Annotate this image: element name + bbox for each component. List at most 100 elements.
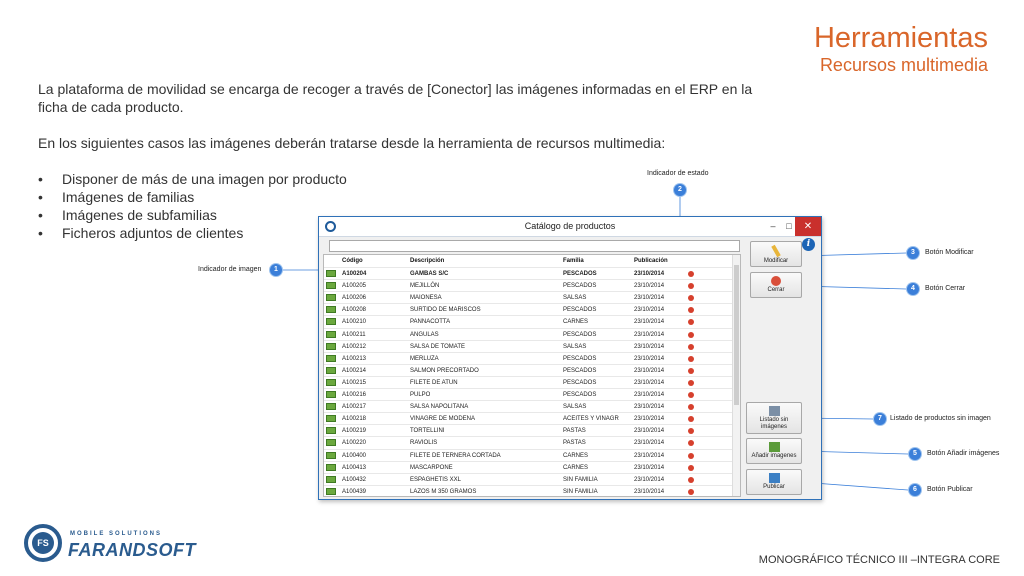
search-input[interactable]	[329, 240, 740, 252]
product-catalog-window: Catálogo de productos – □ ✕ i Código Des…	[318, 216, 822, 500]
image-indicator-icon[interactable]	[326, 306, 336, 314]
image-indicator-icon[interactable]	[326, 282, 336, 290]
table-row[interactable]: A100439 LAZOS M 350 GRAMOS SIN FAMILIA 23/1…	[324, 484, 740, 496]
table-row[interactable]: A100413 MASCARPONE CARNES 23/10/2014	[324, 460, 740, 473]
status-dot-icon	[688, 392, 694, 399]
column-header-publication[interactable]: Publicación	[634, 255, 686, 267]
table-row[interactable]: A100208 SURTIDO DE MARISCOS PESCADOS 23/10/…	[324, 303, 740, 315]
callout-badge-7: 7	[874, 413, 886, 425]
table-row[interactable]: A100205 MEJILLÓN PESCADOS 23/10/2014	[324, 279, 740, 291]
image-indicator-icon[interactable]	[326, 403, 336, 411]
table-row[interactable]: A100211 ANGULAS PESCADOS 23/10/2014	[324, 327, 740, 340]
table-row[interactable]: A100213 MERLUZA PESCADOS 23/10/2014	[324, 351, 740, 364]
slide-title-block: Herramientas Recursos multimedia	[814, 22, 988, 76]
column-header-code[interactable]: Código	[342, 255, 408, 267]
status-dot-icon	[688, 271, 694, 278]
image-indicator-icon[interactable]	[326, 451, 336, 459]
image-indicator-icon[interactable]	[326, 475, 336, 483]
image-indicator-icon[interactable]	[326, 463, 336, 471]
close-button[interactable]: Cerrar	[750, 272, 802, 298]
table-row[interactable]: A100217 SALSA NAPOLITANA SALSAS 23/10/2014	[324, 400, 740, 412]
image-indicator-icon[interactable]	[326, 378, 336, 386]
image-indicator-icon[interactable]	[326, 487, 336, 495]
status-dot-icon	[688, 440, 694, 447]
callout-label-status-indicator: Indicador de estado	[647, 170, 709, 177]
callout-label-publish: Botón Publicar	[927, 486, 973, 493]
bullet-item: Imágenes de familias	[38, 188, 778, 206]
table-row[interactable]: A100204 GAMBAS S/C PESCADOS 23/10/2014	[324, 267, 740, 279]
status-dot-icon	[688, 319, 694, 326]
list-label-line1: Listado sin	[759, 417, 789, 423]
status-dot-icon	[688, 428, 694, 435]
column-header-description[interactable]: Descripción	[410, 255, 560, 267]
status-indicator-cell	[688, 486, 698, 496]
table-row[interactable]: A100432 ESPAGHETIS XXL SIN FAMILIA 23/10/20…	[324, 472, 740, 485]
status-dot-icon	[688, 343, 694, 350]
image-indicator-cell	[326, 486, 338, 496]
scrollbar-thumb[interactable]	[734, 265, 739, 405]
close-window-icon[interactable]: ✕	[795, 217, 821, 236]
table-row[interactable]: A100219 TORTELLINI PASTAS 23/10/2014	[324, 424, 740, 436]
image-indicator-icon[interactable]	[326, 391, 336, 399]
image-indicator-icon[interactable]	[326, 342, 336, 350]
callout-badge-1: 1	[270, 264, 282, 276]
publish-button[interactable]: Publicar	[746, 469, 802, 495]
table-row[interactable]: A100216 PULPO PESCADOS 23/10/2014	[324, 388, 740, 400]
maximize-icon[interactable]: □	[783, 219, 795, 233]
image-indicator-icon[interactable]	[326, 439, 336, 447]
image-indicator-icon[interactable]	[326, 330, 336, 338]
table-row[interactable]: A100218 VINAGRE DE MODENA ACEITES Y VINAGR…	[324, 412, 740, 424]
list-label-line2: imágenes	[760, 424, 787, 430]
image-indicator-icon[interactable]	[326, 366, 336, 374]
add-images-label: Añadir imagenes	[751, 453, 797, 459]
column-header-family[interactable]: Familia	[563, 255, 631, 267]
status-dot-icon	[688, 283, 694, 290]
add-images-button[interactable]: Añadir imagenes	[746, 438, 802, 464]
image-indicator-icon[interactable]	[326, 294, 336, 302]
status-dot-icon	[688, 379, 694, 386]
status-dot-icon	[688, 476, 694, 483]
footer-text: MONOGRÁFICO TÉCNICO III –INTEGRA CORE	[758, 554, 1000, 566]
add-image-icon	[768, 442, 780, 452]
status-dot-icon	[688, 295, 694, 302]
table-row[interactable]: A100220 RAVIOLIS PASTAS 23/10/2014	[324, 436, 740, 448]
image-indicator-icon[interactable]	[326, 354, 336, 362]
modify-button[interactable]: Modificar	[750, 241, 802, 267]
publication-cell: 23/10/2014	[634, 488, 665, 495]
modify-label: Modificar	[763, 258, 789, 264]
minimize-icon[interactable]: –	[767, 219, 779, 233]
table-row[interactable]: A100400 FILETE DE TERNERA CORTADA CARNES 23…	[324, 448, 740, 461]
table-row[interactable]: A100214 SALMON PRECORTADO PESCADOS 23/10/20…	[324, 363, 740, 376]
logo-tagline: MOBILE SOLUTIONS	[70, 531, 162, 537]
paragraph-cases: En los siguientes casos las imágenes deb…	[38, 135, 666, 151]
image-indicator-icon[interactable]	[326, 318, 336, 326]
paragraph-intro: La plataforma de movilidad se encarga de…	[38, 81, 753, 115]
callout-badge-6: 6	[909, 484, 921, 496]
window-titlebar[interactable]: Catálogo de productos – □ ✕	[319, 217, 821, 237]
printer-icon	[768, 406, 780, 416]
slide-title: Herramientas	[813, 22, 988, 54]
family-cell: SIN FAMILIA	[563, 488, 598, 495]
image-indicator-icon[interactable]	[326, 270, 336, 278]
info-icon[interactable]: i	[802, 238, 815, 251]
table-row[interactable]: A100212 SALSA DE TOMATE SALSAS 23/10/2014	[324, 339, 740, 352]
grid-scrollbar[interactable]	[732, 255, 740, 496]
publish-label: Publicar	[763, 484, 785, 490]
image-indicator-icon[interactable]	[326, 415, 336, 423]
logo-wordmark: FARANDSOFT	[68, 540, 196, 560]
table-row[interactable]: A100215 FILETE DE ATUN PESCADOS 23/10/2014	[324, 375, 740, 388]
table-row[interactable]: A100206 MAIONESA SALSAS 23/10/2014	[324, 291, 740, 303]
status-dot-icon	[688, 355, 694, 362]
image-indicator-icon[interactable]	[326, 427, 336, 435]
status-dot-icon	[688, 452, 694, 459]
list-without-images-button[interactable]: Listado sin imágenes	[746, 402, 802, 434]
company-logo: FS MOBILE SOLUTIONS FARANDSOFT	[22, 520, 222, 570]
callout-label-add-images: Botón Añadir imágenes	[927, 450, 1000, 457]
table-row[interactable]: A100210 PANNACOTTA CARNES 23/10/2014	[324, 315, 740, 327]
logo-monogram: FS	[32, 532, 54, 554]
slide-subtitle: Recursos multimedia	[819, 55, 988, 75]
close-label: Cerrar	[767, 287, 785, 293]
products-grid: Código Descripción Familia Publicación A…	[323, 254, 741, 497]
grid-rows: A100204 GAMBAS S/C PESCADOS 23/10/2014 A1002…	[324, 267, 740, 496]
publish-icon	[768, 473, 780, 483]
